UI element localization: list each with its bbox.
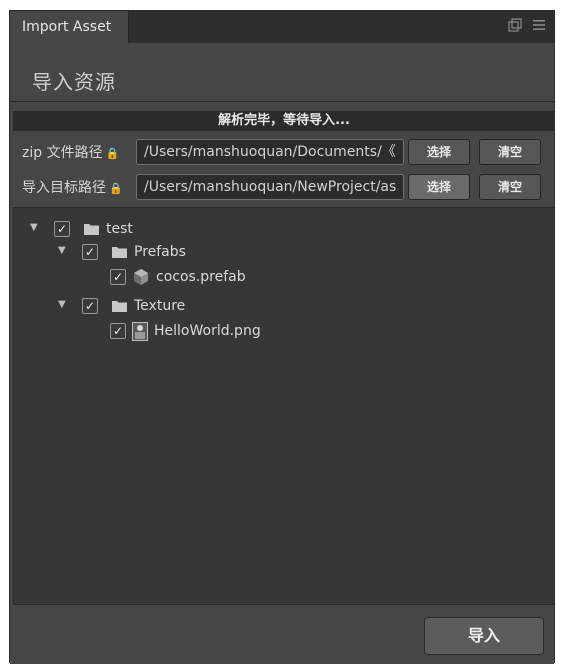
divider — [10, 101, 554, 102]
folder-icon — [84, 223, 99, 235]
folder-icon — [112, 300, 127, 312]
expand-arrow-icon[interactable]: ▼ — [58, 245, 66, 256]
tree-node-label: Texture — [134, 298, 186, 314]
expand-arrow-icon[interactable]: ▼ — [30, 222, 38, 233]
checkbox-texture[interactable]: ✓ — [82, 298, 98, 314]
tree-node-label: HelloWorld.png — [154, 323, 261, 339]
checkbox-cocos-prefab[interactable]: ✓ — [110, 269, 126, 285]
footer: 导入 — [10, 606, 554, 664]
zip-path-label-text: zip 文件路径 — [22, 145, 103, 161]
lock-icon: 🔒 — [105, 147, 120, 160]
tab-bar: Import Asset — [10, 11, 554, 43]
status-message: 解析完毕，等待导入... — [13, 111, 555, 131]
lock-icon: 🔒 — [109, 182, 123, 195]
target-clear-button[interactable]: 清空 — [479, 174, 541, 200]
import-button[interactable]: 导入 — [424, 617, 544, 655]
target-path-row: 导入目标路径 🔒 /Users/manshuoquan/NewProject/as… — [10, 174, 554, 200]
asset-tree: ▼ ✓ test ▼ ✓ Prefabs ✓ cocos.prefab ▼ ✓ … — [13, 207, 555, 605]
checkbox-test[interactable]: ✓ — [54, 221, 70, 237]
zip-path-field[interactable]: /Users/manshuoquan/Documents/《 — [136, 139, 404, 165]
tree-node-label: cocos.prefab — [156, 269, 246, 285]
page-title: 导入资源 — [32, 70, 116, 94]
zip-path-label: zip 文件路径 🔒 — [22, 142, 119, 162]
expand-arrow-icon[interactable]: ▼ — [58, 299, 66, 310]
checkbox-prefabs[interactable]: ✓ — [82, 244, 98, 260]
target-path-label: 导入目标路径 🔒 — [22, 177, 123, 197]
import-asset-panel: Import Asset 导入资源 解析完毕，等待导入... zip 文件路径 🔒… — [9, 10, 555, 664]
popout-window-icon[interactable] — [508, 18, 522, 37]
target-select-button[interactable]: 选择 — [408, 174, 470, 200]
hamburger-menu-icon[interactable] — [532, 18, 546, 37]
image-file-icon — [132, 322, 148, 341]
folder-icon — [112, 246, 127, 258]
tree-node-label: test — [106, 221, 133, 237]
prefab-cube-icon — [132, 268, 150, 286]
zip-select-button[interactable]: 选择 — [408, 139, 470, 165]
checkbox-helloworld-png[interactable]: ✓ — [110, 323, 126, 339]
zip-clear-button[interactable]: 清空 — [479, 139, 541, 165]
tab-import-asset[interactable]: Import Asset — [10, 11, 129, 43]
zip-path-row: zip 文件路径 🔒 /Users/manshuoquan/Documents/《… — [10, 139, 554, 165]
target-path-label-text: 导入目标路径 — [22, 180, 106, 196]
target-path-field[interactable]: /Users/manshuoquan/NewProject/as — [136, 174, 404, 200]
tree-node-label: Prefabs — [134, 244, 186, 260]
